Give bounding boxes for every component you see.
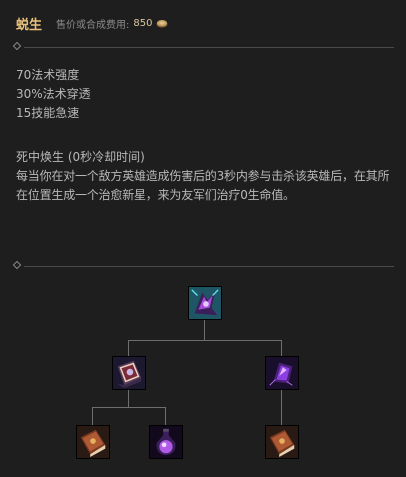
purple-potion-icon[interactable] bbox=[149, 425, 183, 459]
amplifying-tome-icon[interactable] bbox=[76, 425, 110, 459]
stat-magic-penetration: 30%法术穿透 bbox=[16, 87, 91, 101]
divider-diamond-icon bbox=[12, 41, 22, 51]
passive-title: 死中焕生 (0秒冷却时间) bbox=[16, 150, 145, 164]
passive-description: 每当你在对一个敌方英雄造成伤害后的3秒内参与击杀该英雄后，在其所在位置生成一个治… bbox=[16, 169, 390, 202]
item-name: 蜕生 bbox=[16, 17, 43, 33]
amplifying-tome-icon[interactable] bbox=[265, 425, 299, 459]
build-tree bbox=[0, 270, 406, 477]
violet-crystal-icon[interactable] bbox=[265, 356, 299, 390]
cost-value: 850 bbox=[133, 17, 153, 29]
stat-ability-haste: 15技能急速 bbox=[16, 106, 80, 120]
passive-section: 死中焕生 (0秒冷却时间) 每当你在对一个敌方英雄造成伤害后的3秒内参与击杀该英… bbox=[16, 148, 391, 205]
stat-ability-power: 70法术强度 bbox=[16, 68, 80, 82]
divider-diamond-icon bbox=[12, 260, 22, 270]
section-divider bbox=[12, 41, 394, 52]
item-header: 蜕生 售价或合成费用: 850 bbox=[16, 14, 168, 33]
gold-coin-icon bbox=[156, 19, 168, 27]
cosmic-magic-item-icon[interactable] bbox=[188, 286, 222, 320]
cost-label: 售价或合成费用: bbox=[56, 19, 130, 31]
grimoire-book-icon[interactable] bbox=[112, 356, 146, 390]
stats-list: 70法术强度 30%法术穿透 15技能急速 bbox=[16, 66, 91, 123]
